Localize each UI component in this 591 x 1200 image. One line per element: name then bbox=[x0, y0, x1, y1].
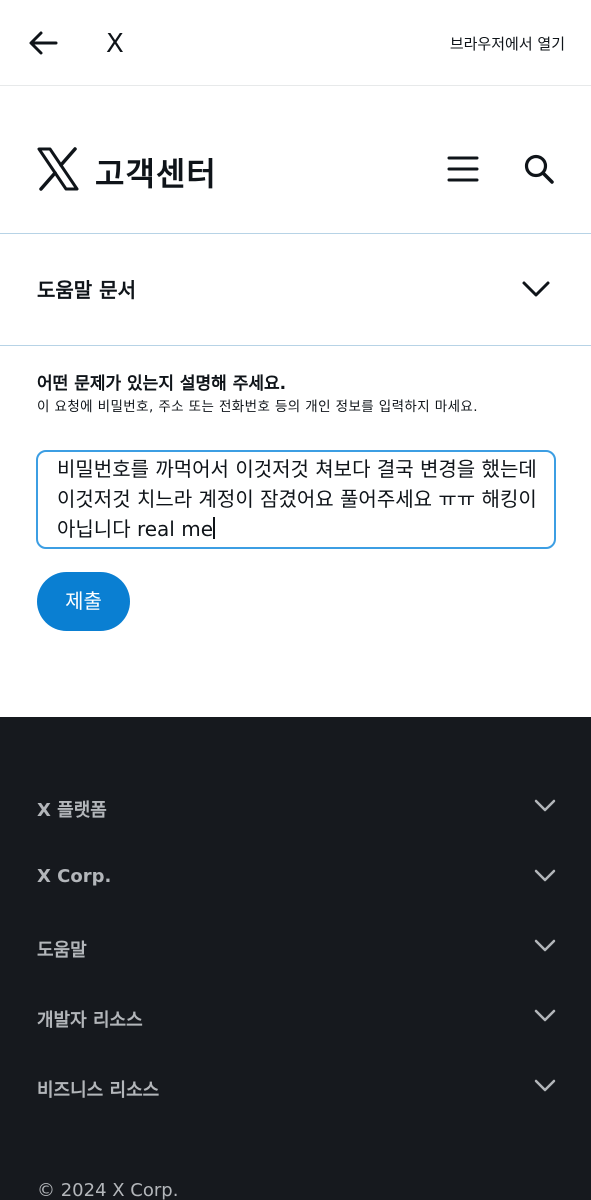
x-logo-icon[interactable] bbox=[37, 147, 79, 191]
help-docs-accordion[interactable]: 도움말 문서 bbox=[0, 234, 591, 346]
textarea-value: 비밀번호를 까먹어서 이것저것 쳐보다 결국 변경을 했는데 이것저것 치느라 … bbox=[57, 457, 537, 541]
submit-button[interactable]: 제출 bbox=[37, 572, 130, 631]
form-question: 어떤 문제가 있는지 설명해 주세요. bbox=[37, 374, 287, 394]
chevron-down-icon bbox=[521, 274, 551, 304]
close-x-label: X bbox=[106, 29, 124, 59]
footer-item-developer-resources[interactable]: 개발자 리소스 bbox=[0, 998, 591, 1038]
footer: X 플랫폼 X Corp. 도움말 개발자 리소스 비즈니스 리소스 © 202… bbox=[0, 717, 591, 1200]
help-docs-label: 도움말 문서 bbox=[37, 278, 136, 302]
browser-top-bar: X 브라우저에서 열기 bbox=[0, 0, 591, 86]
footer-item-label: 비즈니스 리소스 bbox=[37, 1080, 160, 1101]
chevron-down-icon bbox=[534, 794, 556, 816]
page-title: 고객센터 bbox=[95, 155, 217, 193]
search-icon[interactable] bbox=[522, 152, 556, 186]
footer-item-label: 개발자 리소스 bbox=[37, 1010, 143, 1031]
help-center-header: 고객센터 bbox=[0, 87, 591, 234]
chevron-down-icon bbox=[534, 864, 556, 886]
footer-item-help[interactable]: 도움말 bbox=[0, 928, 591, 968]
hamburger-menu-icon[interactable] bbox=[447, 154, 479, 184]
footer-item-x-platform[interactable]: X 플랫폼 bbox=[0, 788, 591, 828]
footer-item-x-corp[interactable]: X Corp. bbox=[0, 858, 591, 898]
chevron-down-icon bbox=[534, 1074, 556, 1096]
footer-item-label: 도움말 bbox=[37, 940, 87, 961]
copyright-text: © 2024 X Corp. bbox=[37, 1180, 179, 1200]
close-x-button[interactable]: X bbox=[106, 27, 136, 61]
footer-item-business-resources[interactable]: 비즈니스 리소스 bbox=[0, 1068, 591, 1108]
footer-item-label: X Corp. bbox=[37, 866, 112, 887]
back-arrow-icon[interactable] bbox=[26, 26, 60, 60]
footer-item-label: X 플랫폼 bbox=[37, 800, 107, 821]
chevron-down-icon bbox=[534, 1004, 556, 1026]
description-textarea[interactable]: 비밀번호를 까먹어서 이것저것 쳐보다 결국 변경을 했는데 이것저것 치느라 … bbox=[36, 450, 556, 549]
form-privacy-hint: 이 요청에 비밀번호, 주소 또는 전화번호 등의 개인 정보를 입력하지 마세… bbox=[37, 399, 478, 415]
chevron-down-icon bbox=[534, 934, 556, 956]
open-in-browser-link[interactable]: 브라우저에서 열기 bbox=[450, 33, 565, 54]
text-caret bbox=[213, 517, 215, 539]
